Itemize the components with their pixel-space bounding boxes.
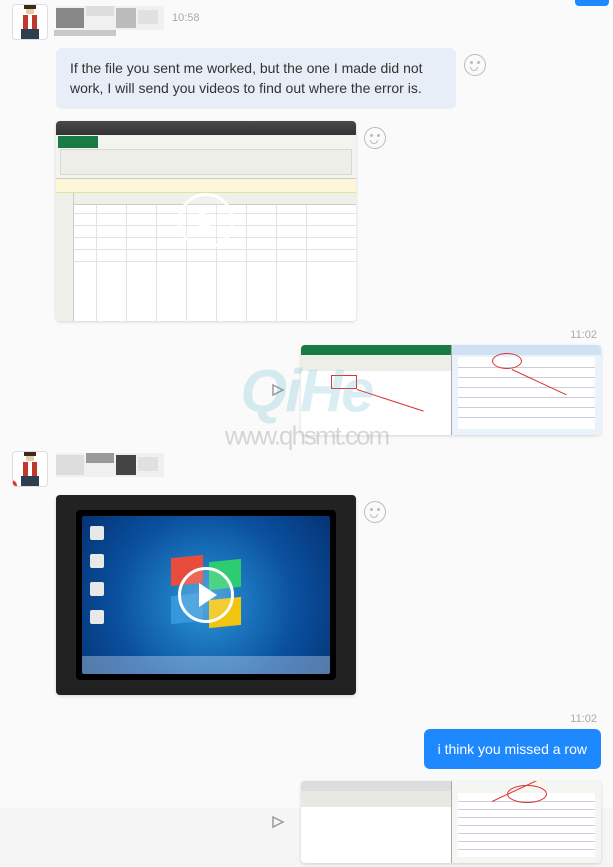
message-time: 10:58 bbox=[172, 12, 200, 24]
sender-bar bbox=[56, 451, 164, 479]
react-button[interactable] bbox=[364, 501, 386, 523]
image-thumbnail-comparison[interactable] bbox=[301, 345, 601, 435]
message-bubble[interactable]: If the file you sent me worked, but the … bbox=[56, 48, 456, 109]
message-row bbox=[0, 491, 613, 699]
message-row bbox=[0, 777, 613, 867]
message-row: i think you missed a row bbox=[0, 725, 613, 773]
video-thumbnail-excel[interactable] bbox=[56, 121, 356, 321]
message-header-row bbox=[0, 447, 613, 491]
avatar[interactable] bbox=[12, 4, 48, 40]
message-column: 10:58 bbox=[56, 4, 200, 34]
sender-name-redacted bbox=[56, 453, 164, 477]
sender-name-redacted bbox=[56, 6, 164, 30]
message-row bbox=[0, 117, 613, 325]
sender-bar: 10:58 bbox=[56, 4, 200, 32]
chat-container: 10:58 If the file you sent me worked, bu… bbox=[0, 0, 613, 808]
message-time: 11:02 bbox=[0, 325, 613, 341]
avatar-person-icon bbox=[15, 452, 45, 486]
forward-icon[interactable] bbox=[271, 815, 287, 829]
message-bubble[interactable]: i think you missed a row bbox=[424, 729, 601, 769]
message-row: If the file you sent me worked, but the … bbox=[0, 44, 613, 113]
play-icon bbox=[178, 193, 234, 249]
message-header-row: 10:58 bbox=[0, 0, 613, 44]
image-thumbnail-comparison[interactable] bbox=[301, 781, 601, 863]
message-column bbox=[56, 451, 164, 481]
avatar[interactable] bbox=[12, 451, 48, 487]
react-button[interactable] bbox=[364, 127, 386, 149]
scroll-indicator bbox=[575, 0, 609, 6]
react-button[interactable] bbox=[464, 54, 486, 76]
message-time: 11:02 bbox=[0, 709, 613, 725]
message-row bbox=[0, 341, 613, 439]
forward-icon[interactable] bbox=[271, 383, 287, 397]
play-icon bbox=[178, 567, 234, 623]
avatar-person-icon bbox=[15, 5, 45, 39]
video-thumbnail-desktop[interactable] bbox=[56, 495, 356, 695]
